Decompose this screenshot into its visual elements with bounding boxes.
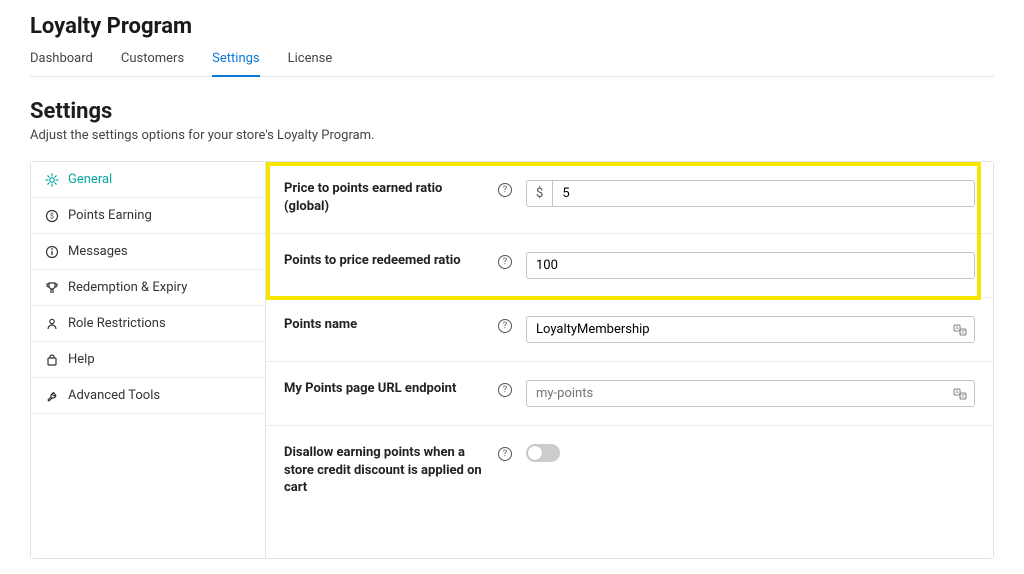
currency-prefix: $	[526, 180, 552, 207]
sidebar-item-label: Role Restrictions	[68, 316, 166, 331]
row-points-to-price: Points to price redeemed ratio ?	[266, 234, 993, 298]
tabs: Dashboard Customers Settings License	[30, 51, 994, 77]
bag-icon	[45, 353, 59, 367]
row-url-endpoint: My Points page URL endpoint ?	[266, 362, 993, 426]
input-url-endpoint[interactable]	[526, 380, 975, 407]
sidebar-item-redemption-expiry[interactable]: Redemption & Expiry	[31, 270, 265, 306]
section-title: Settings	[30, 99, 994, 124]
translate-icon[interactable]	[953, 387, 967, 401]
help-icon[interactable]: ?	[498, 383, 512, 397]
row-points-name: Points name ?	[266, 298, 993, 362]
tab-settings[interactable]: Settings	[212, 51, 259, 76]
gear-icon	[45, 173, 59, 187]
input-price-to-points[interactable]	[552, 180, 975, 207]
label-disallow-earning: Disallow earning points when a store cre…	[284, 444, 484, 497]
help-icon[interactable]: ?	[498, 255, 512, 269]
row-price-to-points: Price to points earned ratio (global) ? …	[266, 162, 993, 234]
wrench-icon	[45, 389, 59, 403]
sidebar-item-label: Advanced Tools	[68, 388, 160, 403]
page-title: Loyalty Program	[30, 14, 994, 39]
sidebar-item-label: Messages	[68, 244, 128, 259]
sidebar-item-role-restrictions[interactable]: Role Restrictions	[31, 306, 265, 342]
sidebar-item-points-earning[interactable]: Points Earning	[31, 198, 265, 234]
settings-content: Price to points earned ratio (global) ? …	[266, 162, 993, 558]
sidebar-item-messages[interactable]: Messages	[31, 234, 265, 270]
tab-dashboard[interactable]: Dashboard	[30, 51, 93, 76]
settings-sidebar: General Points Earning Messages Redemption …	[31, 162, 266, 558]
sidebar-item-label: General	[68, 172, 112, 187]
toggle-disallow-earning[interactable]	[526, 444, 560, 462]
label-url-endpoint: My Points page URL endpoint	[284, 380, 484, 398]
info-icon	[45, 245, 59, 259]
sidebar-item-label: Points Earning	[68, 208, 152, 223]
label-points-to-price: Points to price redeemed ratio	[284, 252, 484, 270]
sidebar-item-label: Help	[68, 352, 95, 367]
label-points-name: Points name	[284, 316, 484, 334]
help-icon[interactable]: ?	[498, 183, 512, 197]
tab-license[interactable]: License	[288, 51, 333, 76]
sidebar-item-advanced-tools[interactable]: Advanced Tools	[31, 378, 265, 414]
help-icon[interactable]: ?	[498, 319, 512, 333]
trophy-icon	[45, 281, 59, 295]
coin-icon	[45, 209, 59, 223]
sidebar-item-help[interactable]: Help	[31, 342, 265, 378]
sidebar-item-general[interactable]: General	[31, 162, 265, 198]
tab-customers[interactable]: Customers	[121, 51, 184, 76]
input-points-name[interactable]	[526, 316, 975, 343]
sidebar-item-label: Redemption & Expiry	[68, 280, 187, 295]
translate-icon[interactable]	[953, 323, 967, 337]
label-price-to-points: Price to points earned ratio (global)	[284, 180, 484, 215]
input-points-to-price[interactable]	[526, 252, 975, 279]
settings-panel: General Points Earning Messages Redemption …	[30, 161, 994, 559]
row-disallow-earning: Disallow earning points when a store cre…	[266, 426, 993, 515]
person-icon	[45, 317, 59, 331]
help-icon[interactable]: ?	[498, 447, 512, 461]
section-subtitle: Adjust the settings options for your sto…	[30, 128, 994, 143]
